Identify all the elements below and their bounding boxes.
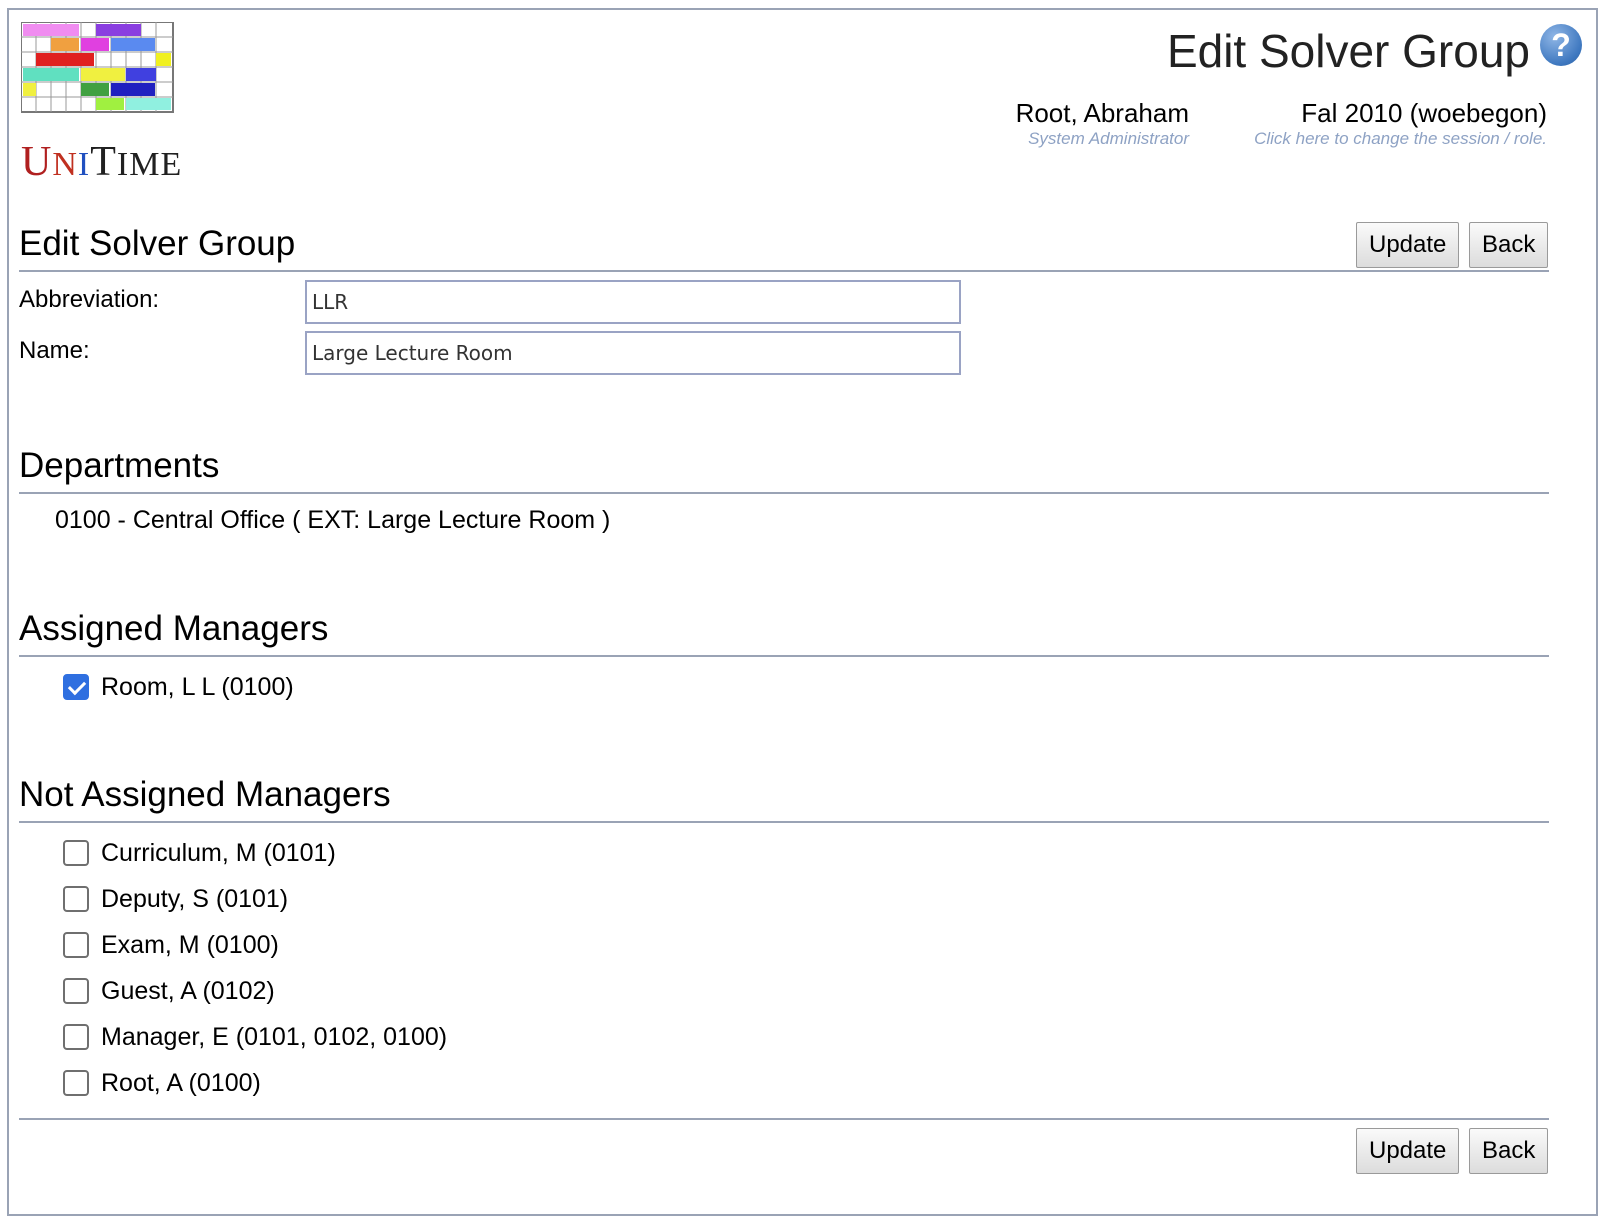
not-assigned-manager-row[interactable]: Guest, A (0102) [63, 975, 275, 1007]
abbreviation-input[interactable]: LLR [305, 280, 961, 324]
back-button-top[interactable]: Back [1469, 222, 1549, 268]
timetable-grid-icon [20, 21, 174, 113]
section-title-departments: Departments [19, 446, 220, 485]
manager-checkbox[interactable] [63, 932, 89, 958]
back-button-bottom[interactable]: Back [1469, 1128, 1549, 1174]
manager-label: Curriculum, M (0101) [101, 838, 336, 867]
manager-checkbox[interactable] [63, 840, 89, 866]
page-title: Edit Solver Group [1166, 25, 1530, 77]
section-title-assigned: Assigned Managers [19, 609, 329, 648]
assigned-managers-header: Assigned Managers [19, 609, 1549, 657]
edit-solver-group-header: Edit Solver Group [19, 224, 1549, 272]
not-assigned-manager-row[interactable]: Manager, E (0101, 0102, 0100) [63, 1021, 447, 1053]
name-label: Name: [19, 337, 90, 364]
assigned-manager-checkbox[interactable] [63, 674, 89, 700]
section-title-edit: Edit Solver Group [19, 224, 296, 263]
help-icon[interactable]: ? [1540, 24, 1582, 66]
assigned-manager-row[interactable]: Room, L L (0100) [63, 671, 294, 703]
manager-label: Guest, A (0102) [101, 976, 275, 1005]
not-assigned-manager-row[interactable]: Curriculum, M (0101) [63, 837, 336, 869]
section-title-not-assigned: Not Assigned Managers [19, 775, 391, 814]
not-assigned-managers-header: Not Assigned Managers [19, 775, 1549, 823]
user-info[interactable]: Root, Abraham System Administrator [1009, 98, 1189, 149]
unitime-wordmark: UNITIME [21, 139, 183, 185]
not-assigned-manager-row[interactable]: Exam, M (0100) [63, 929, 279, 961]
user-role: System Administrator [1028, 129, 1189, 148]
manager-checkbox[interactable] [63, 1070, 89, 1096]
not-assigned-manager-row[interactable]: Deputy, S (0101) [63, 883, 288, 915]
manager-label: Root, A (0100) [101, 1068, 261, 1097]
not-assigned-manager-row[interactable]: Root, A (0100) [63, 1067, 261, 1099]
abbreviation-label: Abbreviation: [19, 286, 160, 313]
session-hint: Click here to change the session / role. [1254, 129, 1547, 148]
manager-label: Deputy, S (0101) [101, 884, 289, 913]
name-input[interactable]: Large Lecture Room [305, 331, 961, 375]
manager-label: Manager, E (0101, 0102, 0100) [101, 1022, 448, 1051]
session-info[interactable]: Fal 2010 (woebegon) Click here to change… [1237, 98, 1547, 149]
departments-header: Departments [19, 446, 1549, 494]
footer-divider [19, 1118, 1549, 1120]
manager-checkbox[interactable] [63, 886, 89, 912]
update-button-top[interactable]: Update [1356, 222, 1460, 268]
update-button-bottom[interactable]: Update [1356, 1128, 1460, 1174]
user-name: Root, Abraham [1015, 98, 1189, 128]
manager-label: Exam, M (0100) [101, 930, 279, 959]
manager-checkbox[interactable] [63, 1024, 89, 1050]
manager-checkbox[interactable] [63, 978, 89, 1004]
department-item: 0100 - Central Office ( EXT: Large Lectu… [55, 506, 611, 534]
session-name: Fal 2010 (woebegon) [1301, 98, 1547, 128]
page-frame: UNITIME Edit Solver Group ? Root, Abraha… [7, 8, 1598, 1216]
assigned-manager-label: Room, L L (0100) [101, 672, 294, 701]
unitime-logo[interactable]: UNITIME [20, 21, 181, 192]
